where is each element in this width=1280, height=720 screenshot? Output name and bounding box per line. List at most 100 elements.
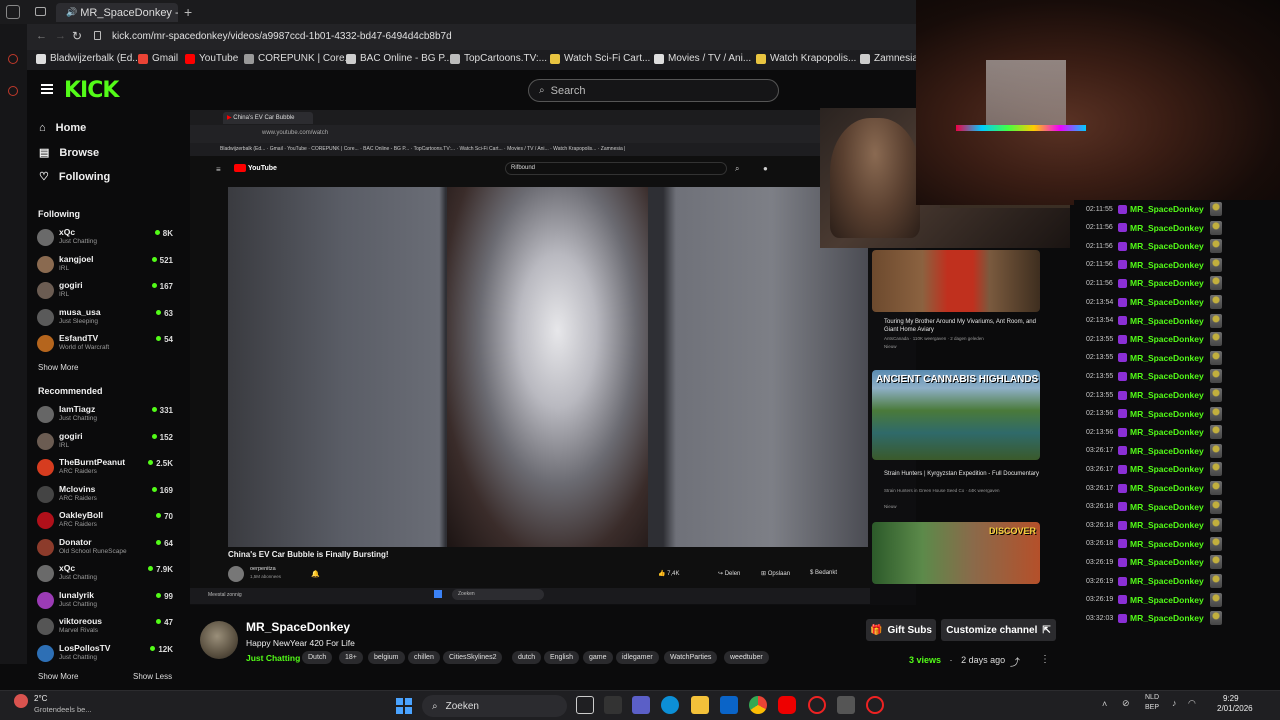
- sidebar-channel[interactable]: Mclovins ARC Raiders 169: [37, 484, 173, 508]
- sidebar-channel[interactable]: gogiri IRL 152: [37, 431, 173, 455]
- chat-username[interactable]: MR_SpaceDonkey: [1130, 297, 1204, 307]
- edge-icon[interactable]: [661, 696, 679, 714]
- tag[interactable]: chillen: [408, 651, 440, 664]
- sidebar-channel[interactable]: LosPollosTV Just Chatting 12K: [37, 643, 173, 667]
- volume-icon[interactable]: ♪: [1172, 698, 1177, 708]
- tag[interactable]: dutch: [512, 651, 542, 664]
- chat-username[interactable]: MR_SpaceDonkey: [1130, 353, 1204, 363]
- show-more-following[interactable]: Show More: [38, 363, 78, 372]
- share-icon[interactable]: ⤴: [1010, 654, 1020, 669]
- channel-avatar[interactable]: [200, 621, 238, 659]
- tray-chevron-icon[interactable]: ˄: [1102, 699, 1107, 709]
- chat-username[interactable]: MR_SpaceDonkey: [1130, 241, 1204, 251]
- reload-icon[interactable]: ↻: [72, 29, 82, 43]
- tab-kick[interactable]: 🔊 MR_SpaceDonkey - W ✕: [56, 3, 178, 22]
- sidebar-channel[interactable]: Donator Old School RuneScape 64: [37, 537, 173, 561]
- audio-playing-icon[interactable]: 🔊: [66, 7, 77, 18]
- nav-following[interactable]: ♡ Following: [39, 170, 110, 184]
- chat-username[interactable]: MR_SpaceDonkey: [1130, 613, 1204, 623]
- bookmark-item[interactable]: TopCartoons.TV:...: [450, 53, 547, 64]
- gift-subs-button[interactable]: 🎁 Gift Subs: [866, 619, 936, 641]
- tag[interactable]: game: [583, 651, 613, 664]
- opera-icon[interactable]: [808, 696, 826, 714]
- lang-indicator[interactable]: NLD: [1145, 694, 1159, 701]
- nav-home[interactable]: ⌂ Home: [39, 122, 86, 134]
- sidebar-channel[interactable]: OakleyBoll ARC Raiders 70: [37, 510, 173, 534]
- file-explorer-icon[interactable]: [691, 696, 709, 714]
- sidebar-channel[interactable]: kangjoel IRL 521: [37, 254, 173, 278]
- sidebar-channel[interactable]: viktoreous Marvel Rivals 47: [37, 616, 173, 640]
- tag[interactable]: CitiesSkylines2: [443, 651, 503, 664]
- sidebar-app-icon[interactable]: [8, 54, 18, 64]
- chat-username[interactable]: MR_SpaceDonkey: [1130, 576, 1204, 586]
- sidebar-channel[interactable]: xQc Just Chatting 8K: [37, 227, 173, 251]
- sidebar-channel[interactable]: musa_usa Just Sleeping 63: [37, 307, 173, 331]
- hamburger-menu-icon[interactable]: [41, 84, 53, 94]
- lang-indicator-2[interactable]: BEP: [1145, 704, 1159, 711]
- chat-username[interactable]: MR_SpaceDonkey: [1130, 446, 1204, 456]
- chat-username[interactable]: MR_SpaceDonkey: [1130, 223, 1204, 233]
- outlook-icon[interactable]: [720, 696, 738, 714]
- stream-category[interactable]: Just Chatting: [246, 653, 300, 663]
- store-icon[interactable]: [604, 696, 622, 714]
- bookmark-item[interactable]: Zamnesia |: [860, 53, 923, 64]
- wifi-icon[interactable]: ◠: [1188, 698, 1196, 709]
- bookmark-item[interactable]: COREPUNK | Core...: [244, 53, 353, 64]
- channel-name[interactable]: MR_SpaceDonkey: [246, 620, 350, 634]
- nav-browse[interactable]: ▤ Browse: [39, 146, 99, 160]
- weather-temp[interactable]: 2°C: [34, 694, 47, 703]
- bookmark-item[interactable]: Watch Krapopolis...: [756, 53, 856, 64]
- sidebar-channel[interactable]: lunalyrik Just Chatting 99: [37, 590, 173, 614]
- back-icon[interactable]: ←: [36, 30, 47, 42]
- show-more-recommended[interactable]: Show More: [38, 672, 78, 681]
- tag[interactable]: weedtuber: [724, 651, 769, 664]
- customize-channel-button[interactable]: Customize channel ⇱: [941, 619, 1056, 641]
- calculator-icon[interactable]: [837, 696, 855, 714]
- chat-username[interactable]: MR_SpaceDonkey: [1130, 334, 1204, 344]
- tab-actions-icon[interactable]: [35, 7, 46, 16]
- tag[interactable]: English: [544, 651, 579, 664]
- tag[interactable]: 18+: [339, 651, 363, 664]
- teams-icon[interactable]: [632, 696, 650, 714]
- weather-icon[interactable]: [14, 694, 28, 708]
- chat-username[interactable]: MR_SpaceDonkey: [1130, 595, 1204, 605]
- taskbar-search[interactable]: ⌕ Zoeken: [422, 695, 567, 717]
- opera-gx-icon[interactable]: [866, 696, 884, 714]
- tag[interactable]: idlegamer: [616, 651, 659, 664]
- url-field[interactable]: kick.com/mr-spacedonkey/videos/a9987ccd-…: [112, 31, 452, 42]
- tag[interactable]: Dutch: [302, 651, 333, 664]
- chat-username[interactable]: MR_SpaceDonkey: [1130, 316, 1204, 326]
- chat-username[interactable]: MR_SpaceDonkey: [1130, 464, 1204, 474]
- sidebar-channel[interactable]: xQc Just Chatting 7.9K: [37, 563, 173, 587]
- tag[interactable]: WatchParties: [664, 651, 718, 664]
- task-view-icon[interactable]: [576, 696, 594, 714]
- start-icon[interactable]: [396, 698, 412, 714]
- chat-username[interactable]: MR_SpaceDonkey: [1130, 390, 1204, 400]
- sidebar-channel[interactable]: IamTiagz Just Chatting 331: [37, 404, 173, 428]
- chat-username[interactable]: MR_SpaceDonkey: [1130, 409, 1204, 419]
- chat-username[interactable]: MR_SpaceDonkey: [1130, 371, 1204, 381]
- youtube-app-icon[interactable]: [778, 696, 796, 714]
- chat-username[interactable]: MR_SpaceDonkey: [1130, 260, 1204, 270]
- chat-username[interactable]: MR_SpaceDonkey: [1130, 483, 1204, 493]
- bookmark-item[interactable]: BAC Online - BG P...: [346, 53, 452, 64]
- tag[interactable]: belgium: [368, 651, 405, 664]
- chat-username[interactable]: MR_SpaceDonkey: [1130, 502, 1204, 512]
- chat-username[interactable]: MR_SpaceDonkey: [1130, 520, 1204, 530]
- sidebar-channel[interactable]: gogiri IRL 167: [37, 280, 173, 304]
- chat-username[interactable]: MR_SpaceDonkey: [1130, 427, 1204, 437]
- bookmark-item[interactable]: Watch Sci-Fi Cart...: [550, 53, 650, 64]
- clock-time[interactable]: 9:29: [1223, 694, 1239, 703]
- weather-desc[interactable]: Grotendeels be...: [34, 705, 92, 714]
- chat-username[interactable]: MR_SpaceDonkey: [1130, 204, 1204, 214]
- chat-username[interactable]: MR_SpaceDonkey: [1130, 278, 1204, 288]
- profile-icon[interactable]: [6, 5, 20, 19]
- sidebar-app-icon[interactable]: [8, 86, 18, 96]
- forward-icon[interactable]: →: [55, 30, 66, 42]
- bookmark-item[interactable]: Movies / TV / Ani...: [654, 53, 751, 64]
- kick-logo[interactable]: KICK: [64, 78, 119, 103]
- show-less[interactable]: Show Less: [133, 672, 172, 681]
- search-input[interactable]: ⌕ Search: [528, 79, 779, 102]
- chrome-icon[interactable]: [749, 696, 767, 714]
- sidebar-channel[interactable]: EsfandTV World of Warcraft 54: [37, 333, 173, 357]
